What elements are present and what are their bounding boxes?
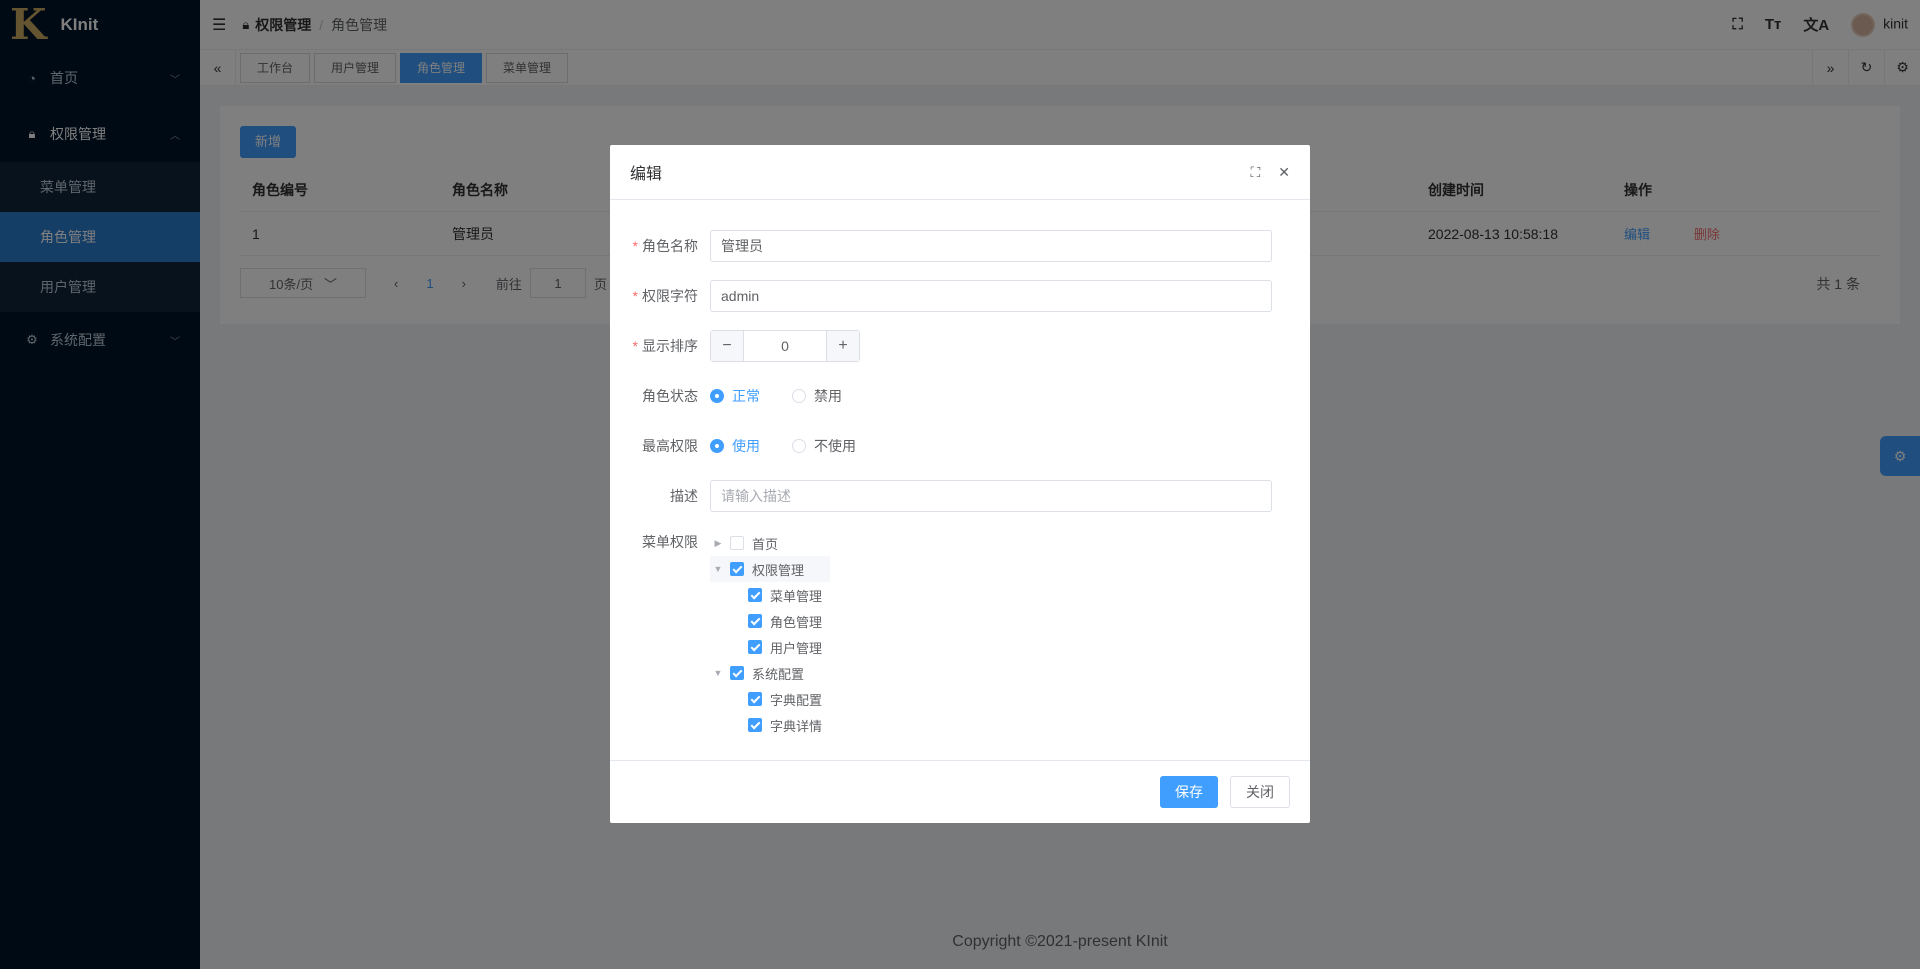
status-normal-radio[interactable]: 正常 <box>710 386 760 406</box>
caret-down-icon[interactable]: ▼ <box>710 564 726 574</box>
role-name-input[interactable]: 管理员 <box>710 230 1272 262</box>
tree-node-label: 首页 <box>752 536 779 552</box>
maximize-icon[interactable]: ⛶ <box>1250 164 1260 181</box>
tree-checkbox[interactable] <box>730 536 744 550</box>
required-mark: * <box>632 288 638 304</box>
dialog-header: 编辑 ⛶ ✕ <box>610 145 1310 200</box>
field-label: * 角色名称 <box>630 236 710 256</box>
dialog-body: * 角色名称 管理员 * 权限字符 admin * 显示排序 − 0 + 角色状态 正… <box>610 200 1310 760</box>
tree-node-label: 权限管理 <box>752 562 805 578</box>
dialog-tools: ⛶ ✕ <box>1250 164 1290 181</box>
field-label: 描述 <box>670 488 698 504</box>
radio-dot <box>792 439 806 453</box>
field-label: 菜单权限 <box>642 534 698 550</box>
tree-checkbox[interactable] <box>730 562 744 576</box>
radio-dot <box>710 389 724 403</box>
tree-node-label: 用户管理 <box>770 640 823 656</box>
tree-node[interactable]: 字典详情 <box>710 712 1272 738</box>
radio-dot <box>710 439 724 453</box>
form-row-desc: 描述 请输入描述 <box>630 480 1280 512</box>
tree-node[interactable]: 菜单管理 <box>710 582 1272 608</box>
description-input[interactable]: 请输入描述 <box>710 480 1272 512</box>
radio-label: 不使用 <box>814 438 856 454</box>
tree-checkbox[interactable] <box>748 640 762 654</box>
tree-node-label: 字典配置 <box>770 692 823 708</box>
caret-down-icon[interactable]: ▼ <box>710 668 726 678</box>
tree-node-label: 菜单管理 <box>770 588 823 604</box>
label-text: 权限字符 <box>642 288 698 304</box>
field-label: * 权限字符 <box>630 286 710 306</box>
form-row-status: 角色状态 正常 禁用 <box>630 380 1280 412</box>
tree-checkbox[interactable] <box>748 588 762 602</box>
role-key-input[interactable]: admin <box>710 280 1272 312</box>
form-row-admin: 最高权限 使用 不使用 <box>630 430 1280 462</box>
tree-checkbox[interactable] <box>748 614 762 628</box>
close-icon[interactable]: ✕ <box>1278 164 1290 181</box>
form-row-name: * 角色名称 管理员 <box>630 230 1280 262</box>
form-row-menus: 菜单权限 ▶ 首页 ▼ 权限管理 菜单管理 角色管理 用户管理 ▼ 系统配置 字… <box>630 530 1280 738</box>
status-disabled-radio[interactable]: 禁用 <box>792 386 842 406</box>
label-text: 角色名称 <box>642 238 698 254</box>
order-value[interactable]: 0 <box>743 331 827 361</box>
increment-button[interactable]: + <box>827 331 859 361</box>
tree-checkbox[interactable] <box>748 718 762 732</box>
save-button[interactable]: 保存 <box>1160 776 1218 808</box>
edit-role-dialog: 编辑 ⛶ ✕ * 角色名称 管理员 * 权限字符 admin * 显示排序 − 0 +… <box>610 145 1310 823</box>
tree-node[interactable]: ▼ 权限管理 <box>710 556 830 582</box>
required-mark: * <box>632 338 638 354</box>
tree-node[interactable]: ▼ 系统配置 <box>710 660 1272 686</box>
field-label: * 显示排序 <box>630 336 710 356</box>
radio-label: 正常 <box>732 388 760 404</box>
form-row-order: * 显示排序 − 0 + <box>630 330 1280 362</box>
tree-node[interactable]: 用户管理 <box>710 634 1272 660</box>
decrement-button[interactable]: − <box>711 331 743 361</box>
admin-yes-radio[interactable]: 使用 <box>710 436 760 456</box>
tree-node-label: 系统配置 <box>752 666 805 682</box>
form-row-key: * 权限字符 admin <box>630 280 1280 312</box>
tree-node[interactable]: 字典配置 <box>710 686 1272 712</box>
dialog-footer: 保存 关闭 <box>610 760 1310 823</box>
close-button[interactable]: 关闭 <box>1230 776 1290 808</box>
field-label: 最高权限 <box>642 438 698 454</box>
radio-dot <box>792 389 806 403</box>
dialog-title: 编辑 <box>630 166 663 183</box>
tree-checkbox[interactable] <box>748 692 762 706</box>
required-mark: * <box>632 238 638 254</box>
radio-label: 禁用 <box>814 388 842 404</box>
tree-node[interactable]: ▶ 首页 <box>710 530 1272 556</box>
label-text: 显示排序 <box>642 338 698 354</box>
field-label: 角色状态 <box>642 388 698 404</box>
caret-right-icon[interactable]: ▶ <box>710 538 726 549</box>
radio-label: 使用 <box>732 438 760 454</box>
tree-node-label: 角色管理 <box>770 614 823 630</box>
tree-checkbox[interactable] <box>730 666 744 680</box>
admin-no-radio[interactable]: 不使用 <box>792 436 856 456</box>
tree-node-label: 字典详情 <box>770 718 823 734</box>
menu-permission-tree: ▶ 首页 ▼ 权限管理 菜单管理 角色管理 用户管理 ▼ 系统配置 字典配置 字… <box>710 530 1272 738</box>
order-stepper: − 0 + <box>710 330 860 362</box>
tree-node[interactable]: 角色管理 <box>710 608 1272 634</box>
